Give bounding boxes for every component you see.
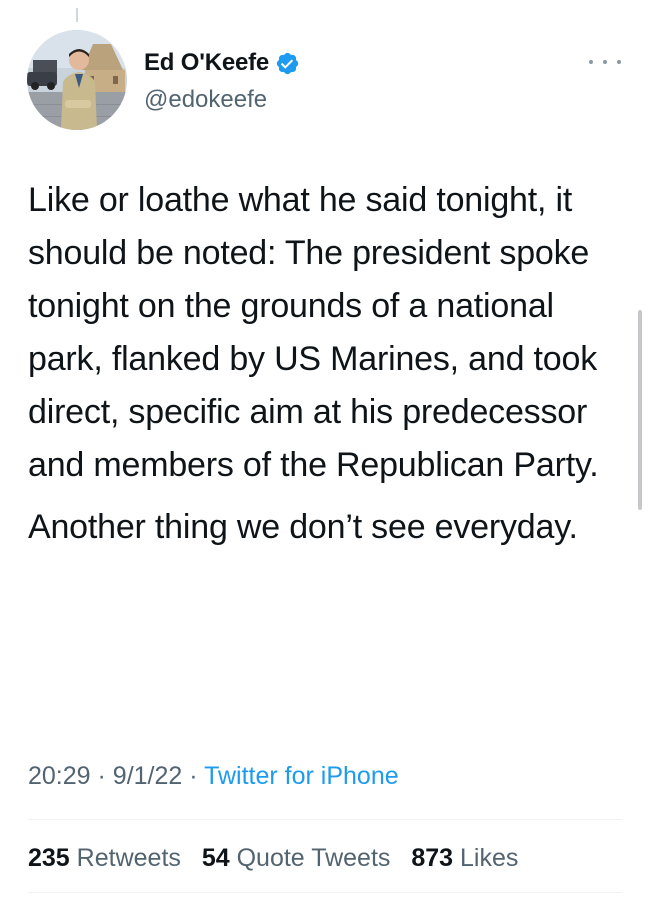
retweets-label: Retweets — [76, 844, 181, 872]
divider — [28, 892, 622, 893]
more-dot — [617, 60, 621, 64]
avatar[interactable] — [27, 30, 127, 130]
quote-tweets-stat[interactable]: 54 Quote Tweets — [202, 844, 391, 872]
verified-badge-icon — [275, 51, 300, 76]
author-handle[interactable]: @edokeefe — [144, 86, 267, 114]
meta-separator: · — [189, 762, 198, 790]
divider — [28, 819, 622, 820]
more-dot — [603, 60, 607, 64]
thread-connector — [76, 8, 78, 22]
retweets-count: 235 — [28, 844, 70, 872]
tweet-time[interactable]: 20:29 — [28, 762, 91, 790]
author-display-name[interactable]: Ed O'Keefe — [144, 49, 269, 77]
tweet-paragraph: Another thing we don’t see everyday. — [28, 508, 578, 546]
scrollbar[interactable] — [638, 310, 642, 510]
engagement-stats: 235 Retweets 54 Quote Tweets 873 Likes — [28, 844, 532, 873]
tweet-date[interactable]: 9/1/22 — [113, 762, 183, 790]
likes-stat[interactable]: 873 Likes — [411, 844, 518, 872]
tweet-text: Like or loathe what he said tonight, it … — [28, 174, 628, 554]
likes-count: 873 — [411, 844, 454, 872]
tweet-paragraph: Like or loathe what he said tonight, it … — [28, 181, 599, 484]
tweet-source-link[interactable]: Twitter for iPhone — [204, 762, 399, 790]
author-name-row[interactable]: Ed O'Keefe — [144, 46, 300, 80]
quote-tweets-count: 54 — [201, 844, 230, 872]
quote-tweets-label: Quote Tweets — [236, 844, 391, 872]
likes-label: Likes — [460, 844, 519, 872]
retweets-stat[interactable]: 235 Retweets — [28, 844, 181, 872]
tweet-metadata: 20:29 · 9/1/22 · Twitter for iPhone — [28, 762, 399, 791]
meta-separator: · — [97, 762, 106, 790]
more-horizontal-icon[interactable] — [589, 54, 621, 70]
more-dot — [589, 60, 593, 64]
